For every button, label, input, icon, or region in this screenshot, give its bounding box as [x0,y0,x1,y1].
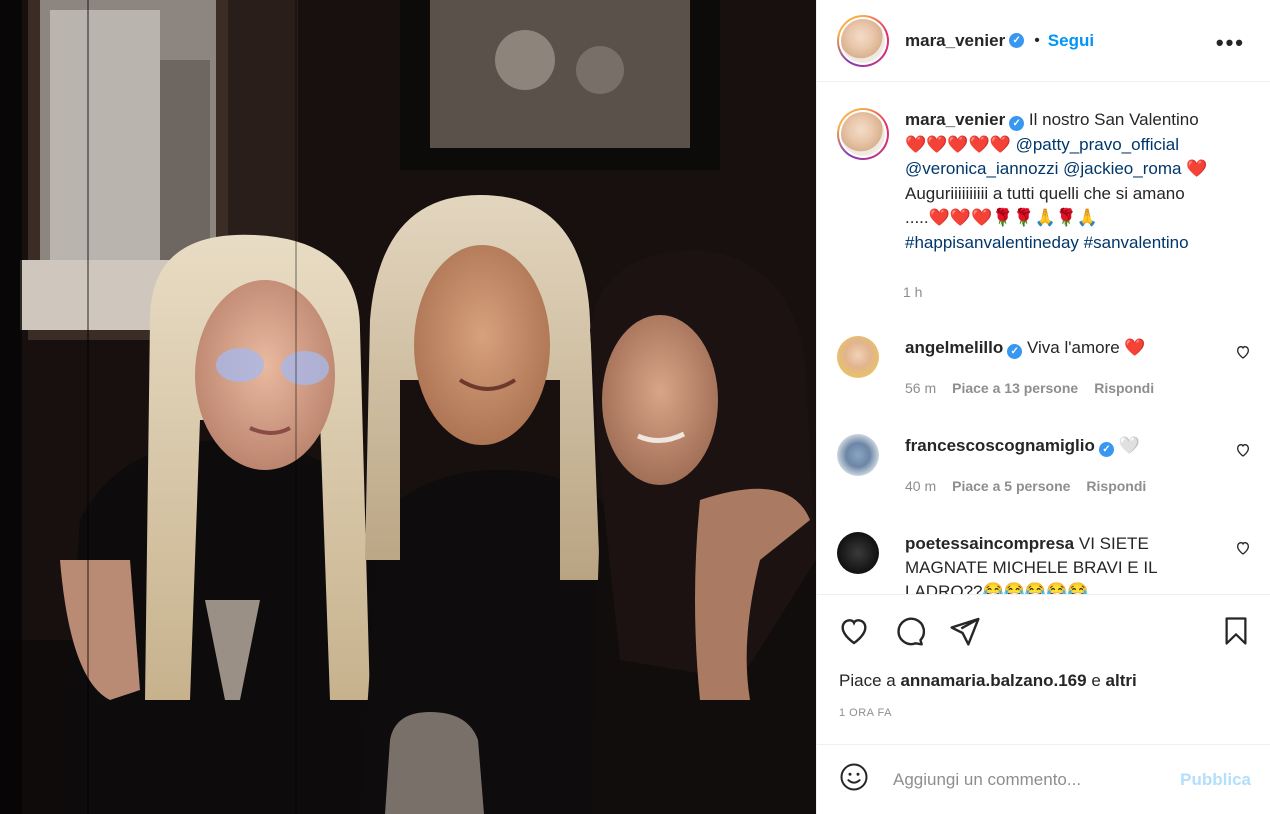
avatar-image [841,18,885,63]
likes-user-link[interactable]: annamaria.balzano.169 [900,671,1086,690]
post-actions: Piace a annamaria.balzano.169 e altri 1 … [817,594,1270,744]
comment-text: 🤍 [1118,436,1140,455]
comment-time[interactable]: 40 m [905,474,936,498]
avatar-inner [839,110,887,158]
likes-prefix: Piace a [839,671,896,690]
caption-line3: Auguriiiiiiiiii a tutti quelli che si am… [905,183,1185,203]
hashtag-link[interactable]: #happisanvalentineday [905,233,1079,252]
hashtag-link[interactable]: #sanvalentino [1084,233,1189,252]
commenter-username[interactable]: francescoscognamiglio [905,436,1095,455]
author-username[interactable]: mara_venier [905,31,1005,51]
post-photo[interactable] [0,0,816,814]
avatar-inner [839,16,887,65]
comment-time[interactable]: 56 m [905,376,936,400]
caption-hearts: ❤️❤️❤️❤️❤️ [905,134,1011,154]
caption-avatar[interactable] [837,108,889,160]
comment-body: angelmelillo ✓ Viva l'amore ❤️ 56 m Piace… [905,336,1225,400]
bookmark-icon[interactable] [1221,615,1251,652]
caption-username[interactable]: mara_venier [905,110,1005,129]
comment-heart-icon[interactable] [1235,540,1251,561]
more-horizontal-icon[interactable]: ••• [1216,30,1245,56]
commenter-avatar[interactable] [837,434,879,476]
commenter-username[interactable]: angelmelillo [905,338,1003,357]
add-comment-bar: Pubblica [817,744,1270,814]
comment-likes[interactable]: Piace a 13 persone [952,376,1078,400]
post-caption: mara_venier ✓ Il nostro San Valentino ❤️❤… [837,108,1257,255]
comment-heart-icon[interactable] [1235,344,1251,365]
comment-item: angelmelillo ✓ Viva l'amore ❤️ 56 m Piace… [837,336,1257,400]
comment-likes[interactable]: Piace a 5 persone [952,474,1070,498]
comment-text: Viva l'amore ❤️ [1026,338,1146,357]
caption-time: 1 h [903,284,923,300]
commenter-username[interactable]: poetessaincompresa [905,534,1074,553]
comment-meta: 40 m Piace a 5 persone Rispondi [905,474,1225,498]
comment-input[interactable] [893,769,1183,790]
photo-illustration [0,0,816,814]
verified-badge-icon: ✓ [1007,344,1023,359]
verified-badge-icon: ✓ [1098,442,1114,457]
caption-text: mara_venier ✓ Il nostro San Valentino ❤️❤… [905,108,1245,255]
author-info: mara_venier ✓ • Segui [905,31,1094,51]
publish-button[interactable]: Pubblica [1180,770,1251,790]
heart-icon[interactable] [837,615,871,652]
comment-icon[interactable] [893,615,926,652]
comment-body: francescoscognamiglio ✓ 🤍 40 m Piace a 5 … [905,434,1225,498]
share-icon[interactable] [949,615,981,652]
likes-summary: Piace a annamaria.balzano.169 e altri [839,671,1137,691]
caption-line4: .....❤️❤️❤️🌹🌹🙏🌹🙏 [905,208,1098,227]
author-avatar[interactable] [837,14,889,67]
comments-list: angelmelillo ✓ Viva l'amore ❤️ 56 m Piace… [817,322,1270,594]
verified-badge-icon: ✓ [1009,33,1025,48]
post-header: mara_venier ✓ • Segui ••• [817,0,1270,82]
comment-item: francescoscognamiglio ✓ 🤍 40 m Piace a 5 … [837,434,1257,498]
post-timestamp[interactable]: 1 ORA FA [839,707,892,719]
mention-link[interactable]: @jackieo_roma [1063,159,1181,178]
mention-link[interactable]: @veronica_iannozzi [905,159,1058,178]
likes-others-link[interactable]: altri [1106,671,1137,690]
reply-button[interactable]: Rispondi [1086,474,1146,498]
mention-link[interactable]: @patty_pravo_official [1016,135,1179,154]
comment-item: poetessaincompresa VI SIETE MAGNATE MICH… [837,532,1257,594]
separator-dot: • [1034,31,1040,49]
verified-badge-icon: ✓ [1009,116,1025,131]
comment-heart-icon[interactable] [1235,442,1251,463]
comment-meta: 56 m Piace a 13 persone Rispondi [905,376,1225,400]
instagram-post: mara_venier ✓ • Segui ••• mara_venier ✓ I… [0,0,1270,814]
caption-line1: Il nostro San Valentino [1028,110,1199,129]
avatar-image [841,112,885,156]
commenter-avatar[interactable] [837,532,879,574]
reply-button[interactable]: Rispondi [1094,376,1154,400]
follow-button[interactable]: Segui [1048,31,1094,51]
post-side-panel: mara_venier ✓ • Segui ••• mara_venier ✓ I… [816,0,1270,814]
likes-conjunction: e [1091,671,1101,690]
commenter-avatar[interactable] [837,336,879,378]
comment-body: poetessaincompresa VI SIETE MAGNATE MICH… [905,532,1225,594]
emoji-icon[interactable] [839,762,869,797]
caption-heart: ❤️ [1186,159,1208,178]
